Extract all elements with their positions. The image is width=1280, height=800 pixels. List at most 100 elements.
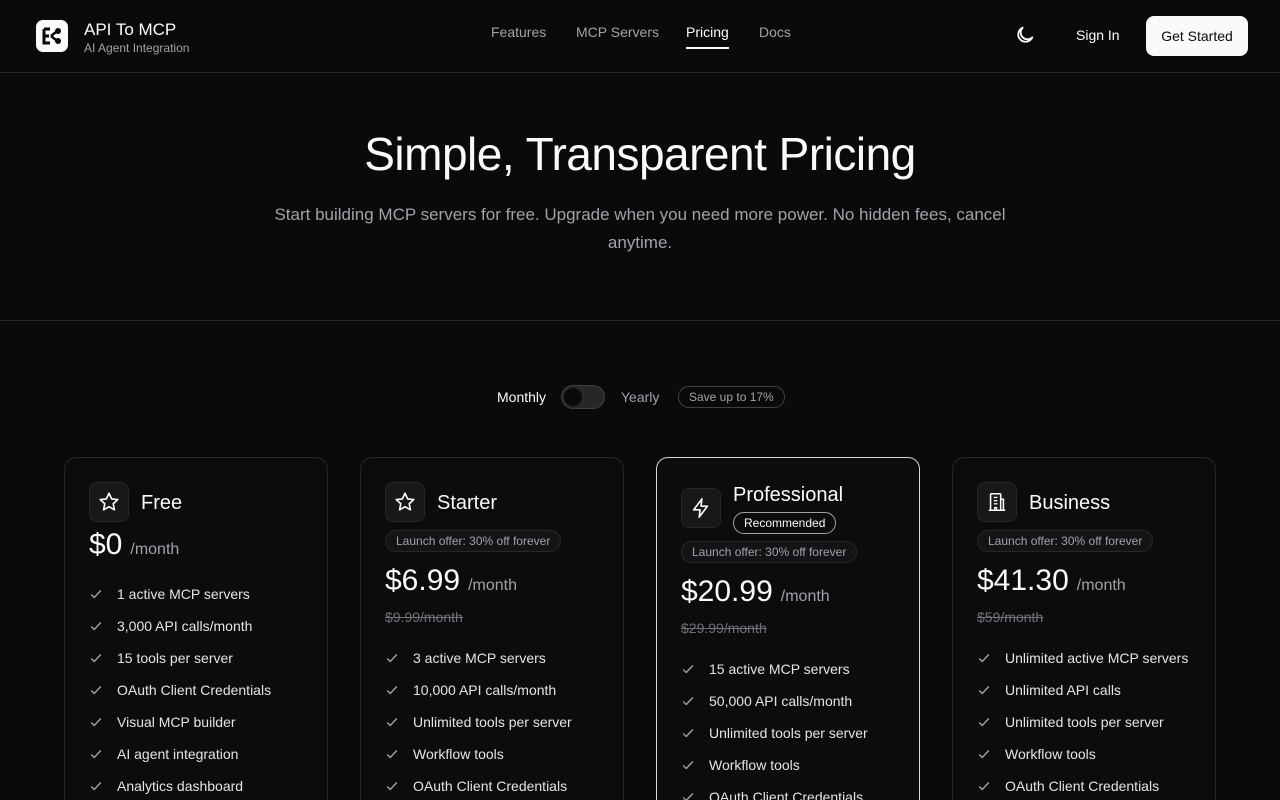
mcp-logo-icon[interactable] — [36, 20, 68, 52]
check-icon — [682, 729, 694, 738]
feature-item: OAuth Client Credentials — [89, 674, 271, 706]
feature-item: Unlimited tools per server — [385, 706, 572, 738]
feature-item: 3 active MCP servers — [385, 642, 572, 674]
plan-card-business: Business Launch offer: 30% off forever $… — [952, 457, 1216, 800]
check-icon — [90, 622, 102, 631]
nav-pricing[interactable]: Pricing — [686, 24, 729, 49]
brand-subtitle: AI Agent Integration — [84, 41, 190, 55]
feature-item: 1 active MCP servers — [89, 578, 271, 610]
check-icon — [90, 782, 102, 791]
plan-period: /month — [1076, 577, 1126, 594]
original-price: $59/month — [977, 609, 1044, 625]
switch-knob — [564, 388, 582, 406]
get-started-button[interactable]: Get Started — [1146, 16, 1248, 56]
top-navbar: API To MCP AI Agent Integration Features… — [0, 0, 1280, 73]
feature-text: OAuth Client Credentials — [709, 789, 864, 800]
building-icon — [977, 482, 1017, 522]
feature-item: Unlimited API calls — [977, 674, 1188, 706]
feature-text: AI agent integration — [117, 746, 239, 762]
nav-docs[interactable]: Docs — [759, 24, 791, 47]
feature-text: 1 active MCP servers — [117, 586, 250, 602]
plan-price: $41.30 — [977, 564, 1069, 597]
feature-item: Unlimited tools per server — [977, 706, 1188, 738]
feature-text: 50,000 API calls/month — [709, 693, 853, 709]
check-icon — [90, 590, 102, 599]
plan-name: Business — [1029, 492, 1111, 514]
feature-list: Unlimited active MCP servers Unlimited A… — [977, 642, 1188, 800]
recommended-badge: Recommended — [733, 512, 837, 534]
check-icon — [978, 718, 990, 727]
feature-text: 3,000 API calls/month — [117, 618, 253, 634]
feature-item: Workflow tools — [977, 738, 1188, 770]
feature-item: OAuth Client Credentials — [681, 781, 868, 800]
check-icon — [682, 697, 694, 706]
feature-text: Unlimited tools per server — [709, 725, 868, 741]
sign-in-link[interactable]: Sign In — [1076, 27, 1120, 43]
plan-price: $20.99 — [681, 575, 773, 608]
feature-text: 15 tools per server — [117, 650, 233, 666]
check-icon — [978, 686, 990, 695]
feature-item: OAuth Client Credentials — [385, 770, 572, 800]
plan-name: Starter — [437, 492, 498, 514]
check-icon — [90, 718, 102, 727]
feature-text: OAuth Client Credentials — [413, 778, 568, 794]
launch-offer-badge: Launch offer: 30% off forever — [977, 530, 1154, 552]
feature-item: 15 tools per server — [89, 642, 271, 674]
feature-item: Visual MCP builder — [89, 706, 271, 738]
feature-text: Analytics dashboard — [117, 778, 244, 794]
plan-name: Free — [141, 492, 183, 514]
lightning-icon — [681, 488, 721, 528]
feature-text: Unlimited tools per server — [413, 714, 572, 730]
check-icon — [386, 654, 398, 663]
feature-text: 15 active MCP servers — [709, 661, 850, 677]
billing-period-switch[interactable] — [561, 385, 605, 409]
feature-text: Unlimited tools per server — [1005, 714, 1164, 730]
brand-title[interactable]: API To MCP — [84, 20, 176, 40]
check-icon — [978, 750, 990, 759]
plan-period: /month — [468, 577, 517, 594]
feature-text: OAuth Client Credentials — [117, 682, 272, 698]
feature-item: AI agent integration — [89, 738, 271, 770]
check-icon — [978, 654, 990, 663]
check-icon — [90, 750, 102, 759]
check-icon — [978, 782, 990, 791]
launch-offer-badge: Launch offer: 30% off forever — [681, 541, 858, 563]
plan-name: Professional — [733, 484, 844, 506]
feature-item: OAuth Client Credentials — [977, 770, 1188, 800]
feature-text: Unlimited active MCP servers — [1005, 650, 1189, 666]
price-row: $0 /month — [89, 528, 179, 562]
feature-item: Unlimited active MCP servers — [977, 642, 1188, 674]
check-icon — [386, 686, 398, 695]
page-title: Simple, Transparent Pricing — [364, 128, 916, 180]
feature-list: 15 active MCP servers 50,000 API calls/m… — [681, 653, 868, 800]
feature-item: Analytics dashboard — [89, 770, 271, 800]
feature-text: Workflow tools — [709, 757, 800, 773]
feature-text: 3 active MCP servers — [413, 650, 546, 666]
monthly-label[interactable]: Monthly — [497, 389, 546, 405]
feature-list: 1 active MCP servers 3,000 API calls/mon… — [89, 578, 271, 800]
check-icon — [90, 686, 102, 695]
original-price: $29.99/month — [681, 620, 767, 636]
moon-icon[interactable] — [1014, 24, 1036, 46]
feature-text: Workflow tools — [413, 746, 504, 762]
feature-item: 50,000 API calls/month — [681, 685, 868, 717]
feature-item: 3,000 API calls/month — [89, 610, 271, 642]
feature-text: 10,000 API calls/month — [413, 682, 557, 698]
hero-subtitle: Start building MCP servers for free. Upg… — [274, 205, 1006, 252]
feature-text: OAuth Client Credentials — [1005, 778, 1160, 794]
plan-period: /month — [780, 588, 830, 605]
check-icon — [682, 665, 694, 674]
feature-item: Workflow tools — [385, 738, 572, 770]
nav-mcp-servers[interactable]: MCP Servers — [576, 24, 659, 47]
feature-text: Visual MCP builder — [117, 714, 236, 730]
price-row: $6.99 /month — [385, 564, 517, 598]
billing-toggle-row: Monthly Yearly Save up to 17% — [0, 385, 1280, 409]
yearly-label[interactable]: Yearly — [621, 389, 659, 405]
feature-item: Unlimited tools per server — [681, 717, 868, 749]
nav-features[interactable]: Features — [491, 24, 546, 47]
plan-card-starter: Starter Launch offer: 30% off forever $6… — [360, 457, 624, 800]
star-icon — [89, 482, 129, 522]
check-icon — [386, 750, 398, 759]
hero-section: Simple, Transparent Pricing Start buildi… — [0, 73, 1280, 321]
plan-card-professional: Professional Recommended Launch offer: 3… — [656, 457, 920, 800]
